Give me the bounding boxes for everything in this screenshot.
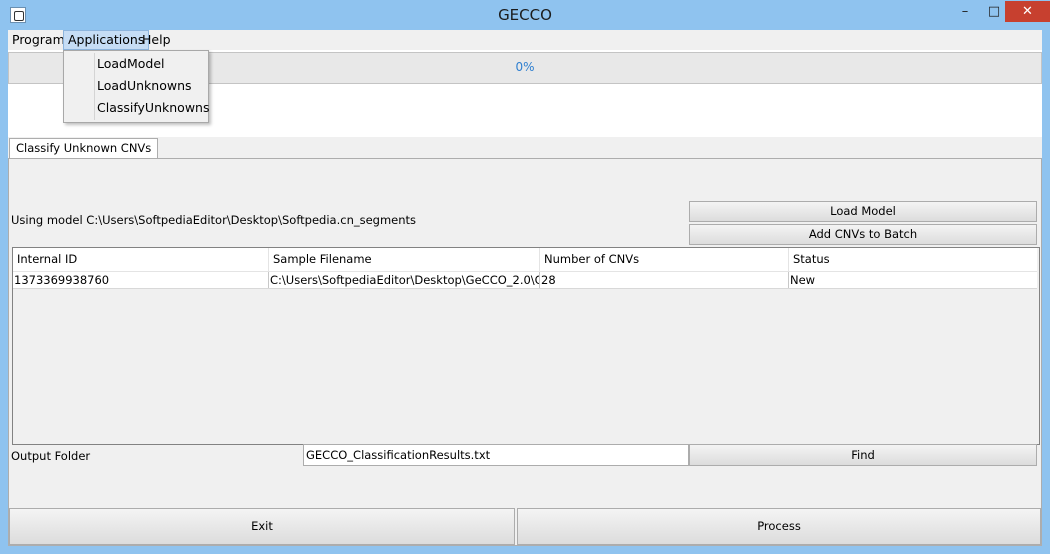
menu-program[interactable]: Program bbox=[8, 30, 69, 50]
column-header-sample-filename[interactable]: Sample Filename bbox=[269, 248, 540, 271]
minimize-button[interactable]: – bbox=[952, 1, 978, 22]
load-model-button[interactable]: Load Model bbox=[689, 201, 1037, 222]
cell-status: New bbox=[790, 273, 816, 287]
menu-help[interactable]: Help bbox=[138, 30, 175, 50]
title-bar: GECCO – □ ✕ bbox=[0, 0, 1050, 30]
table-row[interactable]: 1373369938760 C:\Users\SoftpediaEditor\D… bbox=[13, 272, 1037, 289]
cell-sample-filename: C:\Users\SoftpediaEditor\Desktop\GeCCO_2… bbox=[269, 272, 540, 288]
cell-number-of-cnvs: 28 bbox=[540, 272, 789, 288]
cnv-table[interactable]: Internal ID Sample Filename Number of CN… bbox=[12, 247, 1040, 445]
menu-gutter bbox=[94, 53, 95, 120]
add-cnvs-to-batch-button[interactable]: Add CNVs to Batch bbox=[689, 224, 1037, 245]
model-path-label: Using model C:\Users\SoftpediaEditor\Des… bbox=[11, 213, 417, 227]
app-window: GECCO – □ ✕ Program Applications Help 0%… bbox=[0, 0, 1050, 554]
column-header-number-of-cnvs[interactable]: Number of CNVs bbox=[540, 248, 789, 271]
client-area: Program Applications Help 0% Classify Un… bbox=[8, 30, 1042, 546]
tab-classify-unknown-cnvs[interactable]: Classify Unknown CNVs bbox=[9, 138, 159, 159]
menu-item-load-unknowns[interactable]: LoadUnknowns bbox=[97, 76, 192, 96]
column-header-status[interactable]: Status bbox=[789, 248, 1037, 271]
tab-container: Classify Unknown CNVs Using model C:\Use… bbox=[8, 137, 1042, 546]
column-header-internal-id[interactable]: Internal ID bbox=[13, 248, 269, 271]
find-button[interactable]: Find bbox=[689, 444, 1037, 466]
close-button[interactable]: ✕ bbox=[1005, 1, 1050, 22]
maximize-button[interactable]: □ bbox=[981, 1, 1007, 22]
process-button[interactable]: Process bbox=[517, 508, 1041, 545]
output-file-field[interactable]: GECCO_ClassificationResults.txt bbox=[303, 444, 689, 466]
menu-item-load-model[interactable]: LoadModel bbox=[97, 54, 165, 74]
table-header: Internal ID Sample Filename Number of CN… bbox=[13, 248, 1037, 272]
window-title: GECCO bbox=[498, 6, 552, 24]
cell-internal-id: 1373369938760 bbox=[13, 272, 269, 288]
output-folder-label: Output Folder bbox=[11, 449, 91, 463]
tab-panel: Using model C:\Users\SoftpediaEditor\Des… bbox=[8, 158, 1042, 546]
menu-item-classify-unknowns[interactable]: ClassifyUnknowns bbox=[97, 98, 209, 118]
menu-bar: Program Applications Help bbox=[8, 30, 1042, 50]
exit-button[interactable]: Exit bbox=[9, 508, 515, 545]
applications-dropdown-menu: LoadModel LoadUnknowns ClassifyUnknowns bbox=[63, 50, 209, 123]
menu-applications[interactable]: Applications bbox=[63, 30, 150, 50]
